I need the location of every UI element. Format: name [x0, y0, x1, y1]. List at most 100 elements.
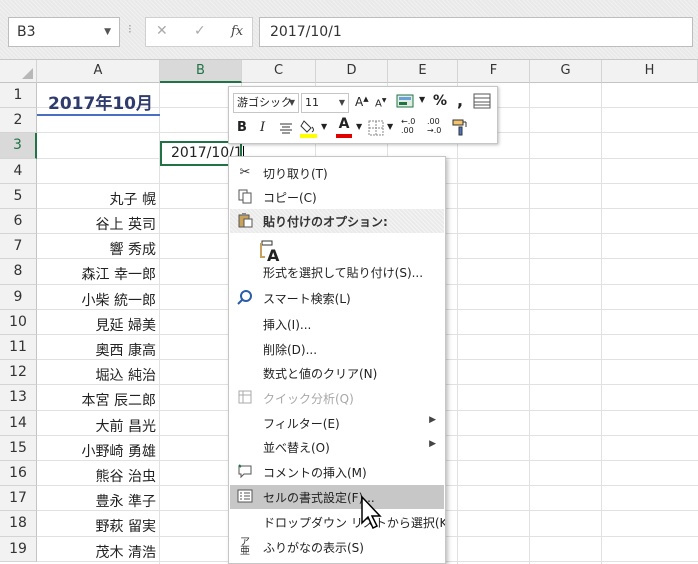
name-box[interactable]: B3 ▼	[8, 17, 120, 47]
cell-a1[interactable]: 2017年10月	[48, 89, 153, 114]
cancel-icon[interactable]: ✕	[156, 23, 168, 39]
enter-icon[interactable]: ✓	[194, 23, 206, 39]
cell-a19[interactable]: 茂木 清浩	[38, 542, 156, 562]
row-header-8[interactable]: 8	[0, 259, 37, 285]
formula-buttons: ✕ ✓ fx	[145, 17, 253, 47]
cell-a18[interactable]: 野萩 留実	[38, 516, 156, 536]
column-header-c[interactable]: C	[242, 60, 316, 83]
increase-decimal-button[interactable]: ←.0.00	[401, 117, 415, 135]
chevron-down-icon[interactable]: ▼	[104, 18, 111, 46]
column-header-h[interactable]: H	[602, 60, 698, 83]
chevron-down-icon[interactable]: ▼	[419, 95, 425, 104]
row-header-13[interactable]: 13	[0, 385, 37, 411]
column-header-d[interactable]: D	[316, 60, 388, 83]
number-format-icon[interactable]	[396, 92, 416, 110]
chevron-right-icon: ▶	[429, 439, 436, 449]
chevron-down-icon[interactable]: ▼	[387, 122, 393, 131]
cell-a5[interactable]: 丸子 幌	[38, 189, 156, 209]
row-header-5[interactable]: 5	[0, 183, 37, 209]
cell-a8[interactable]: 森江 幸一郎	[38, 264, 156, 284]
row-header-9[interactable]: 9	[0, 284, 37, 310]
column-header-e[interactable]: E	[388, 60, 458, 83]
percent-style-button[interactable]: %	[433, 93, 447, 109]
row-header-10[interactable]: 10	[0, 309, 37, 335]
menu-item-label: コピー(C)	[263, 191, 317, 205]
cell-a10[interactable]: 見延 婦美	[38, 315, 156, 335]
row-header-1[interactable]: 1	[0, 83, 37, 109]
row-header-3[interactable]: 3	[0, 133, 37, 159]
grow-font-button[interactable]: A▲	[355, 95, 369, 109]
column-header-f[interactable]: F	[458, 60, 530, 83]
format-cells-icon	[236, 488, 254, 506]
row-header-2[interactable]: 2	[0, 108, 37, 134]
borders-icon[interactable]	[367, 119, 385, 137]
row-header-6[interactable]: 6	[0, 209, 37, 235]
menu-item-delete[interactable]: 削除(D)...	[230, 337, 444, 361]
menu-item-dropdown-list[interactable]: ドロップダウン リストから選択(K)...	[230, 510, 445, 534]
font-color-button[interactable]: A	[335, 116, 353, 138]
cell-a15[interactable]: 小野崎 勇雄	[38, 441, 156, 461]
menu-item-copy[interactable]: コピー(C)	[230, 185, 444, 209]
chevron-down-icon[interactable]: ▼	[321, 122, 327, 131]
italic-button[interactable]: I	[260, 120, 265, 135]
row-header-19[interactable]: 19	[0, 536, 37, 562]
bold-button[interactable]: B	[237, 120, 247, 135]
cell-a6[interactable]: 谷上 英司	[38, 214, 156, 234]
font-size-value: 11	[305, 96, 319, 109]
shrink-font-button[interactable]: A▼	[375, 97, 386, 109]
row-header-15[interactable]: 15	[0, 435, 37, 461]
font-size-select[interactable]: 11 ▼	[301, 93, 349, 113]
menu-item-label: クイック分析(Q)	[263, 392, 354, 406]
fill-color-icon[interactable]	[299, 117, 319, 139]
align-center-icon[interactable]	[277, 119, 295, 137]
cell-a13[interactable]: 本宮 辰二郎	[38, 390, 156, 410]
menu-item-label: セルの書式設定(F)...	[263, 491, 375, 505]
row-header-11[interactable]: 11	[0, 335, 37, 361]
menu-item-label: 並べ替え(O)	[263, 441, 330, 455]
menu-item-smart-lookup[interactable]: スマート検索(L)	[230, 286, 444, 310]
row-header-12[interactable]: 12	[0, 360, 37, 386]
row-header-4[interactable]: 4	[0, 158, 37, 184]
comma-style-button[interactable]: ,	[457, 91, 463, 110]
menu-header-paste-options: 貼り付けのオプション:	[230, 209, 444, 233]
menu-item-insert-comment[interactable]: コメントの挿入(M)	[230, 460, 444, 484]
chevron-down-icon[interactable]: ▼	[356, 122, 362, 131]
cell-a9[interactable]: 小柴 統一郎	[38, 290, 156, 310]
cell-a7[interactable]: 響 秀成	[38, 239, 156, 259]
menu-item-show-furigana[interactable]: ア亜 ふりがなの表示(S)	[230, 535, 444, 559]
menu-item-clear-contents[interactable]: 数式と値のクリア(N)	[230, 361, 444, 385]
row-header-16[interactable]: 16	[0, 461, 37, 487]
menu-item-label: コメントの挿入(M)	[263, 466, 367, 480]
column-header-a[interactable]: A	[37, 60, 160, 83]
menu-item-sort[interactable]: 並べ替え(O) ▶	[230, 435, 444, 459]
menu-item-cut[interactable]: ✂ 切り取り(T)	[230, 161, 444, 185]
mouse-pointer-icon	[360, 495, 386, 531]
cell-a16[interactable]: 熊谷 治虫	[38, 466, 156, 486]
row-header-7[interactable]: 7	[0, 234, 37, 260]
row-header-18[interactable]: 18	[0, 511, 37, 537]
context-menu: ✂ 切り取り(T) コピー(C) 貼り付けのオプション: A 形式を選択して貼り…	[228, 156, 446, 564]
column-header-g[interactable]: G	[530, 60, 602, 83]
menu-item-filter[interactable]: フィルター(E) ▶	[230, 411, 444, 435]
splitter-handle[interactable]: ⁝	[128, 22, 132, 36]
menu-item-label: 挿入(I)...	[263, 318, 312, 332]
cell-a11[interactable]: 奧西 康高	[38, 340, 156, 360]
menu-item-format-cells[interactable]: セルの書式設定(F)...	[230, 485, 444, 509]
format-as-table-icon[interactable]	[473, 93, 491, 109]
decrease-decimal-button[interactable]: .00 →.0	[427, 117, 441, 135]
chevron-right-icon: ▶	[429, 415, 436, 425]
menu-item-quick-analysis[interactable]: クイック分析(Q)	[230, 386, 444, 410]
formula-input[interactable]: 2017/10/1	[259, 17, 693, 47]
format-painter-icon[interactable]	[451, 117, 471, 137]
row-header-14[interactable]: 14	[0, 410, 37, 436]
menu-item-insert[interactable]: 挿入(I)...	[230, 312, 444, 336]
column-header-b[interactable]: B	[160, 60, 242, 83]
row-header-17[interactable]: 17	[0, 486, 37, 512]
cell-a12[interactable]: 堀込 純治	[38, 365, 156, 385]
select-all-corner[interactable]	[0, 60, 37, 83]
cell-a17[interactable]: 豊永 準子	[38, 491, 156, 511]
cell-a14[interactable]: 大前 昌光	[38, 416, 156, 436]
insert-function-icon[interactable]: fx	[231, 24, 243, 39]
font-name-select[interactable]: 游ゴシック ▼	[233, 93, 299, 113]
menu-item-paste-special[interactable]: 形式を選択して貼り付け(S)...	[230, 260, 444, 284]
